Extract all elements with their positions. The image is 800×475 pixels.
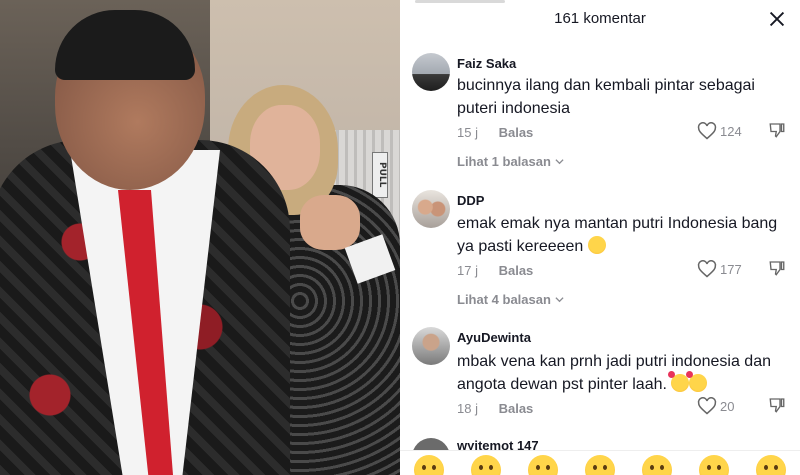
thumbs-down-icon	[769, 261, 785, 276]
comment-username[interactable]: DDP	[457, 193, 484, 208]
grinning-emoji[interactable]	[413, 455, 444, 475]
avatar[interactable]	[412, 53, 450, 91]
view-replies-button[interactable]: Lihat 1 balasan	[457, 154, 564, 169]
chevron-down-icon	[555, 159, 564, 165]
video-frame-photo: PULL	[0, 0, 400, 475]
man-hair	[55, 10, 195, 80]
pull-sign: PULL	[372, 152, 388, 198]
partial-comment-item: wyitemot 147	[400, 432, 800, 452]
like-button[interactable]: 177	[697, 259, 742, 279]
view-replies-label: Lihat 1 balasan	[457, 154, 551, 169]
comment-text: bucinnya ilang dan kembali pintar sebaga…	[457, 77, 755, 117]
comment-text-body: mbak vena kan prnh jadi putri indonesia …	[457, 353, 771, 393]
reply-button[interactable]: Balas	[499, 125, 534, 140]
comments-panel: 161 komentar Faiz Saka bucinnya ilang da…	[400, 0, 800, 475]
surprised-emoji[interactable]	[584, 455, 615, 475]
dislike-button[interactable]	[768, 121, 786, 139]
avatar[interactable]	[412, 190, 450, 228]
view-replies-button[interactable]: Lihat 4 balasan	[457, 292, 564, 307]
like-count: 20	[720, 398, 735, 414]
woman-hand	[300, 195, 360, 250]
heart-icon	[697, 122, 717, 140]
heart-icon	[697, 260, 717, 278]
like-button[interactable]: 20	[697, 396, 734, 416]
close-icon	[769, 11, 785, 27]
thumbs-down-icon	[769, 123, 785, 138]
chevron-down-icon	[555, 297, 564, 303]
heart-icon	[697, 397, 717, 415]
comment-time: 15 j	[457, 125, 478, 140]
smiling-hearts-emoji	[686, 371, 708, 392]
panel-handle	[415, 0, 505, 3]
view-replies-label: Lihat 4 balasan	[457, 292, 551, 307]
comment-username[interactable]: AyuDewinta	[457, 330, 531, 345]
comment-time: 18 j	[457, 401, 478, 416]
smiling-hearts-emoji[interactable]	[470, 455, 501, 475]
smirk-emoji[interactable]	[642, 455, 673, 475]
like-count: 124	[720, 123, 742, 139]
comment-text-body: emak emak nya mantan putri Indonesia ban…	[457, 215, 778, 255]
flushed-emoji[interactable]	[756, 455, 787, 475]
reply-button[interactable]: Balas	[499, 401, 534, 416]
comment-text: emak emak nya mantan putri Indonesia ban…	[457, 212, 782, 258]
close-button[interactable]	[766, 8, 788, 30]
dislike-button[interactable]	[768, 396, 786, 414]
comment-username[interactable]: Faiz Saka	[457, 56, 516, 71]
emoji-quick-bar	[400, 450, 800, 475]
reply-button[interactable]: Balas	[499, 263, 534, 278]
comment-text: mbak vena kan prnh jadi putri indonesia …	[457, 350, 782, 396]
thumbs-down-icon	[769, 398, 785, 413]
sweat-smile-emoji	[587, 236, 606, 254]
comment-meta: 18 j Balas	[457, 401, 533, 416]
like-button[interactable]: 124	[697, 121, 742, 141]
comment-meta: 15 j Balas	[457, 125, 533, 140]
comment-time: 17 j	[457, 263, 478, 278]
like-count: 177	[720, 261, 742, 277]
tears-of-joy-emoji[interactable]	[527, 455, 558, 475]
sweat-smile-emoji[interactable]	[699, 455, 730, 475]
dislike-button[interactable]	[768, 259, 786, 277]
comments-count-title: 161 komentar	[554, 10, 646, 27]
comment-meta: 17 j Balas	[457, 263, 533, 278]
avatar[interactable]	[412, 327, 450, 365]
